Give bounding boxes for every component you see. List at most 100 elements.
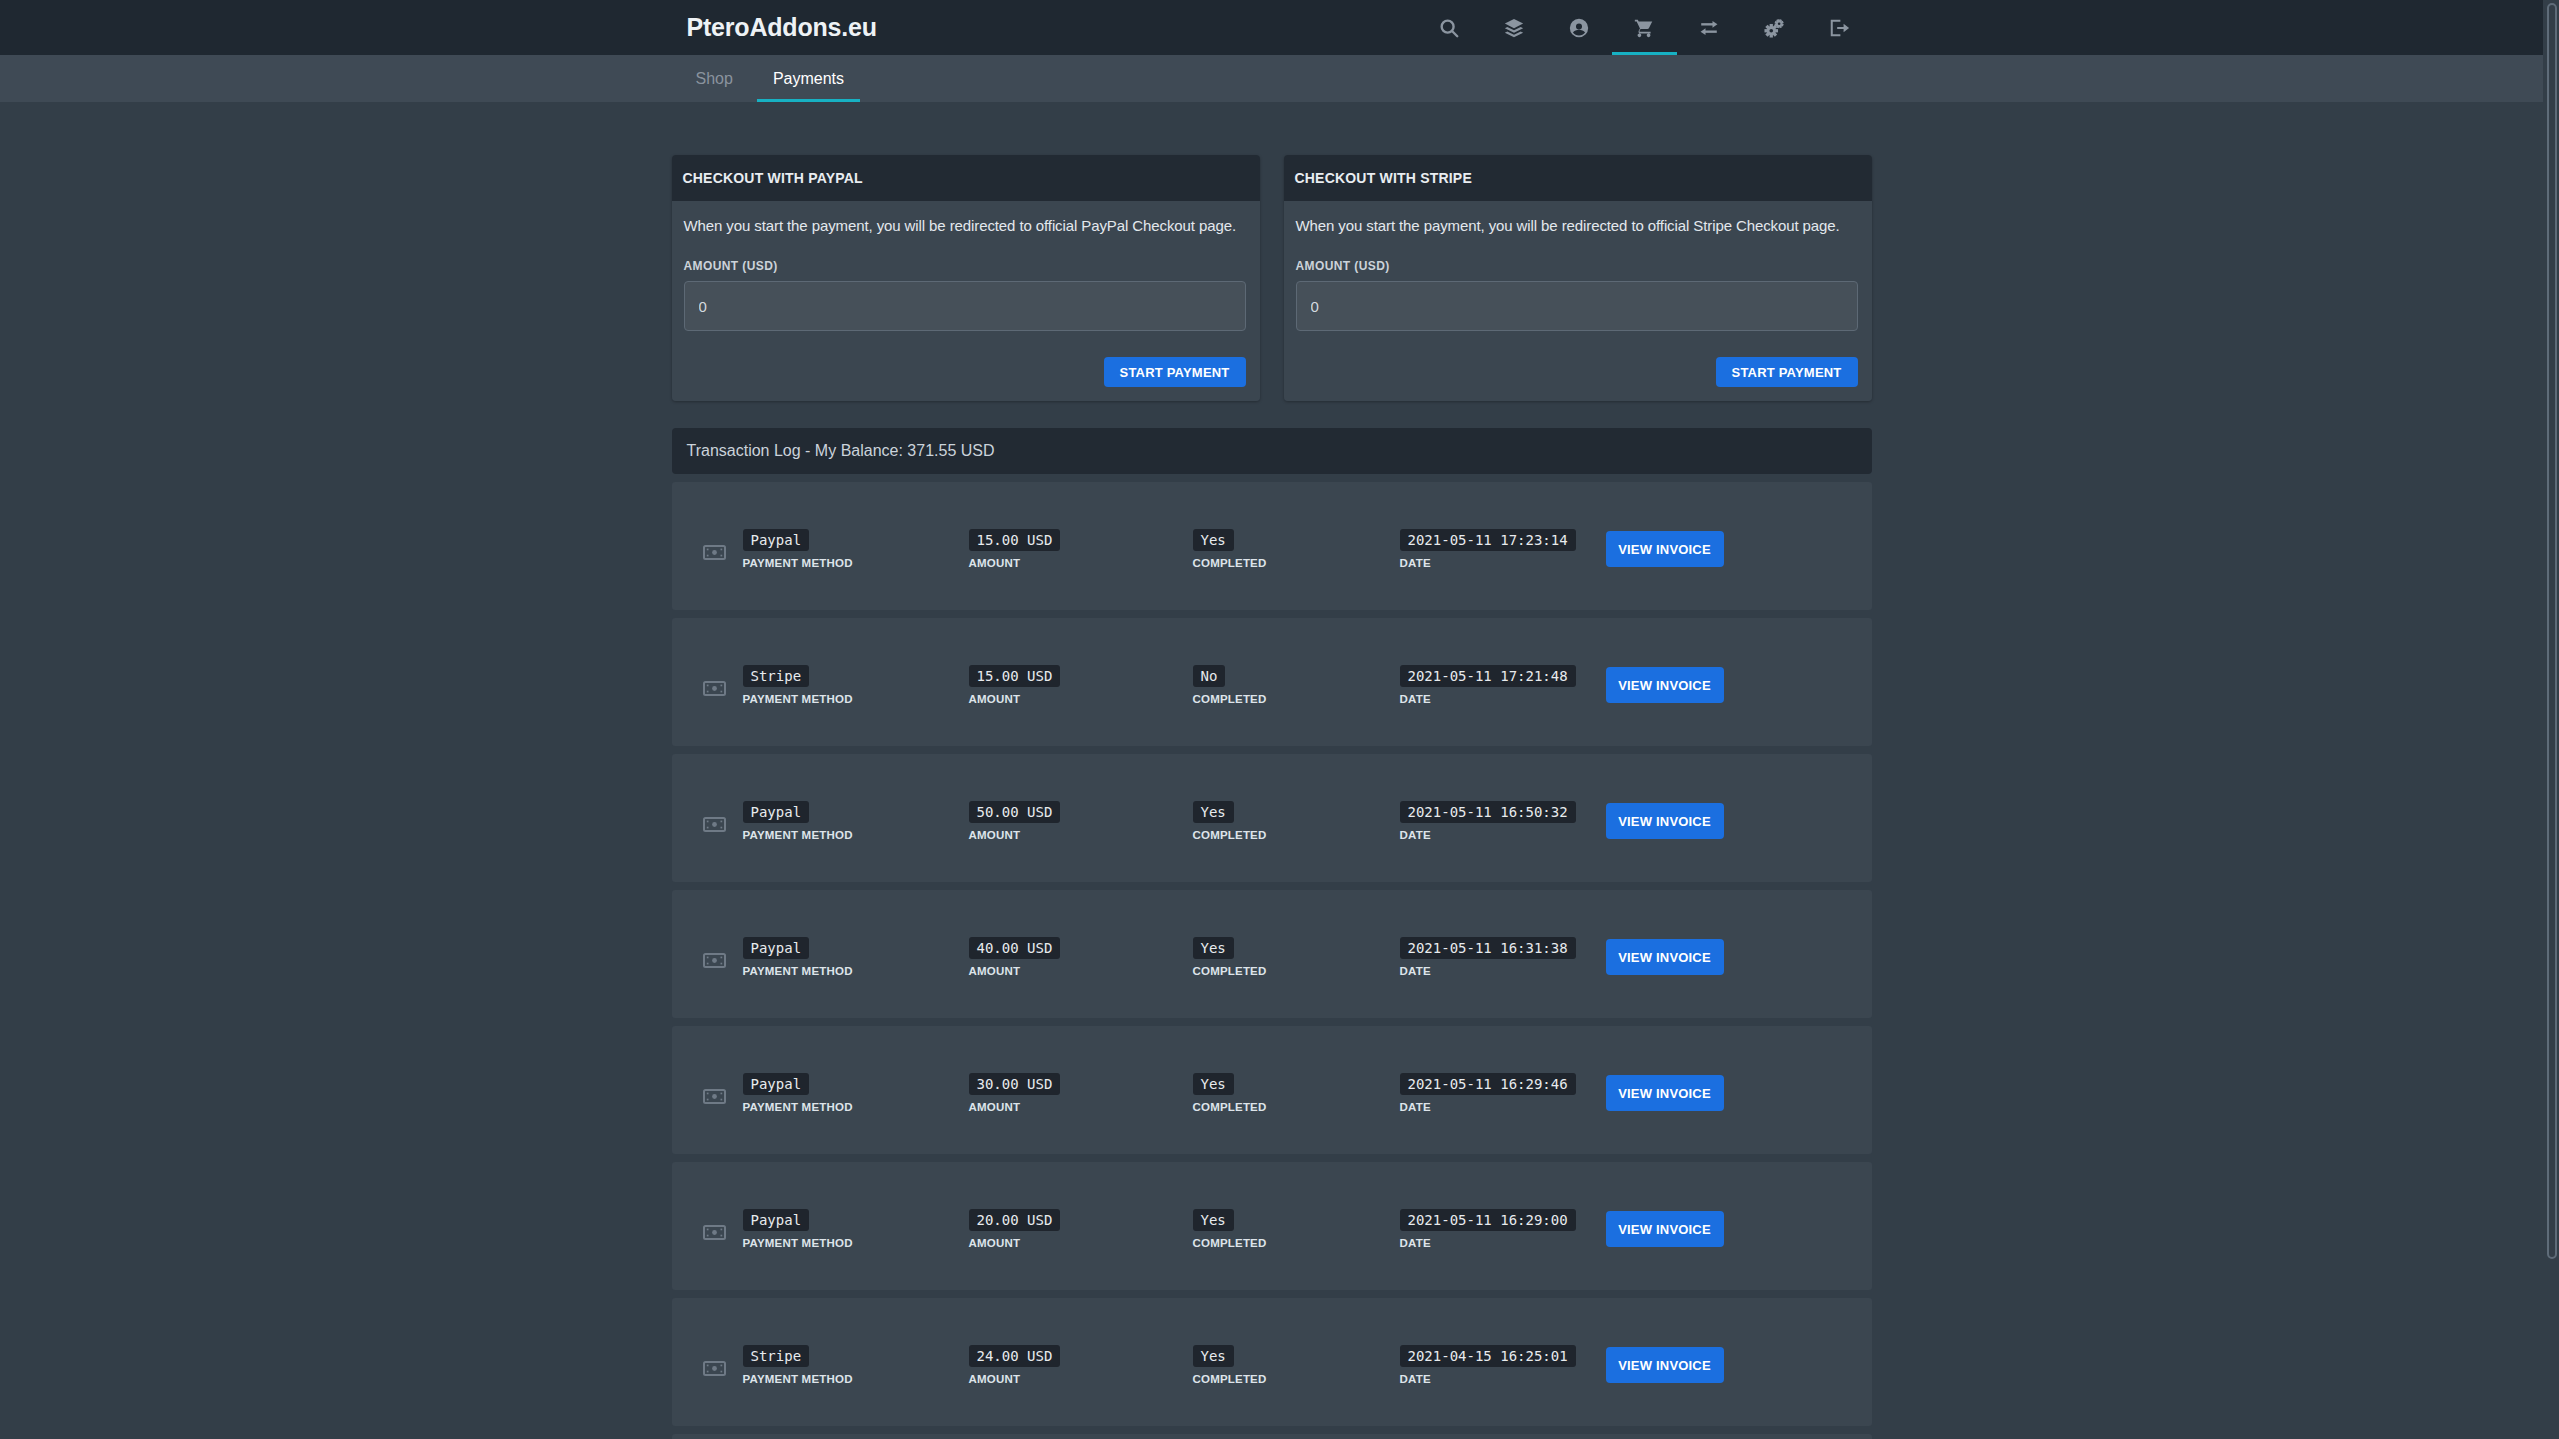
payment-method-value: Paypal bbox=[743, 801, 810, 823]
money-bill-icon bbox=[703, 671, 743, 700]
transaction-list: Paypal PAYMENT METHOD 15.00 USD AMOUNT Y… bbox=[672, 482, 1872, 1439]
shop-cart-button[interactable] bbox=[1612, 0, 1677, 55]
view-invoice-button[interactable]: VIEW INVOICE bbox=[1606, 939, 1724, 975]
amount-label: AMOUNT bbox=[969, 1101, 1193, 1113]
date-value: 2021-05-11 16:31:38 bbox=[1400, 937, 1576, 959]
payment-method-value: Paypal bbox=[743, 937, 810, 959]
transaction-row-partial bbox=[672, 1434, 1872, 1439]
completed-label: COMPLETED bbox=[1193, 829, 1400, 841]
payment-method-value: Paypal bbox=[743, 1209, 810, 1231]
completed-value: Yes bbox=[1193, 801, 1234, 823]
date-label: DATE bbox=[1400, 557, 1606, 569]
transaction-row: Stripe PAYMENT METHOD 15.00 USD AMOUNT N… bbox=[672, 618, 1872, 746]
navbar: PteroAddons.eu bbox=[0, 0, 2543, 55]
amount-label: AMOUNT bbox=[969, 965, 1193, 977]
completed-label: COMPLETED bbox=[1193, 1373, 1400, 1385]
stripe-panel-title: CHECKOUT WITH STRIPE bbox=[1284, 155, 1872, 201]
transaction-row: Paypal PAYMENT METHOD 30.00 USD AMOUNT Y… bbox=[672, 1026, 1872, 1154]
transaction-row: Paypal PAYMENT METHOD 40.00 USD AMOUNT Y… bbox=[672, 890, 1872, 1018]
amount-label: AMOUNT bbox=[969, 829, 1193, 841]
date-label: DATE bbox=[1400, 1237, 1606, 1249]
stripe-checkout-panel: CHECKOUT WITH STRIPE When you start the … bbox=[1284, 155, 1872, 401]
search-icon bbox=[1438, 17, 1460, 39]
logout-button[interactable] bbox=[1807, 0, 1872, 55]
completed-label: COMPLETED bbox=[1193, 1237, 1400, 1249]
user-icon bbox=[1568, 17, 1590, 39]
completed-label: COMPLETED bbox=[1193, 557, 1400, 569]
transaction-row: Paypal PAYMENT METHOD 15.00 USD AMOUNT Y… bbox=[672, 482, 1872, 610]
date-label: DATE bbox=[1400, 965, 1606, 977]
app: PteroAddons.eu bbox=[0, 0, 2543, 1439]
shopping-cart-icon bbox=[1633, 17, 1655, 39]
paypal-panel-title: CHECKOUT WITH PAYPAL bbox=[672, 155, 1260, 201]
transaction-row: Stripe PAYMENT METHOD 24.00 USD AMOUNT Y… bbox=[672, 1298, 1872, 1426]
search-button[interactable] bbox=[1417, 0, 1482, 55]
amount-value: 15.00 USD bbox=[969, 665, 1061, 687]
payment-method-label: PAYMENT METHOD bbox=[743, 557, 969, 569]
paypal-start-payment-button[interactable]: START PAYMENT bbox=[1104, 357, 1246, 387]
subnav: Shop Payments bbox=[0, 55, 2543, 102]
paypal-checkout-panel: CHECKOUT WITH PAYPAL When you start the … bbox=[672, 155, 1260, 401]
layers-button[interactable] bbox=[1482, 0, 1547, 55]
exchange-icon bbox=[1698, 17, 1720, 39]
completed-label: COMPLETED bbox=[1193, 693, 1400, 705]
date-label: DATE bbox=[1400, 1373, 1606, 1385]
settings-button[interactable] bbox=[1742, 0, 1807, 55]
amount-label: AMOUNT bbox=[969, 1373, 1193, 1385]
view-invoice-button[interactable]: VIEW INVOICE bbox=[1606, 667, 1724, 703]
gears-icon bbox=[1763, 17, 1785, 39]
main-content: CHECKOUT WITH PAYPAL When you start the … bbox=[672, 102, 1872, 1439]
amount-value: 20.00 USD bbox=[969, 1209, 1061, 1231]
money-bill-icon bbox=[703, 1079, 743, 1108]
amount-value: 40.00 USD bbox=[969, 937, 1061, 959]
amount-value: 30.00 USD bbox=[969, 1073, 1061, 1095]
layers-icon bbox=[1503, 17, 1525, 39]
transaction-log-title: Transaction Log - My Balance: 371.55 USD bbox=[672, 428, 1872, 474]
transaction-row: Paypal PAYMENT METHOD 20.00 USD AMOUNT Y… bbox=[672, 1162, 1872, 1290]
stripe-amount-label: AMOUNT (USD) bbox=[1296, 259, 1858, 273]
date-label: DATE bbox=[1400, 829, 1606, 841]
amount-value: 15.00 USD bbox=[969, 529, 1061, 551]
account-button[interactable] bbox=[1547, 0, 1612, 55]
amount-label: AMOUNT bbox=[969, 1237, 1193, 1249]
scrollbar-thumb[interactable] bbox=[2547, 3, 2557, 1259]
date-label: DATE bbox=[1400, 1101, 1606, 1113]
payment-method-label: PAYMENT METHOD bbox=[743, 829, 969, 841]
completed-label: COMPLETED bbox=[1193, 1101, 1400, 1113]
payment-method-label: PAYMENT METHOD bbox=[743, 1373, 969, 1385]
paypal-amount-input[interactable] bbox=[684, 281, 1246, 331]
completed-value: Yes bbox=[1193, 937, 1234, 959]
paypal-description: When you start the payment, you will be … bbox=[684, 217, 1246, 234]
completed-value: No bbox=[1193, 665, 1226, 687]
navbar-icons bbox=[1417, 0, 1872, 55]
date-value: 2021-05-11 16:50:32 bbox=[1400, 801, 1576, 823]
payment-method-value: Paypal bbox=[743, 529, 810, 551]
payment-method-value: Stripe bbox=[743, 1345, 810, 1367]
amount-label: AMOUNT bbox=[969, 557, 1193, 569]
payment-method-label: PAYMENT METHOD bbox=[743, 965, 969, 977]
paypal-amount-label: AMOUNT (USD) bbox=[684, 259, 1246, 273]
transfer-button[interactable] bbox=[1677, 0, 1742, 55]
money-bill-icon bbox=[703, 535, 743, 564]
sign-out-icon bbox=[1828, 17, 1850, 39]
view-invoice-button[interactable]: VIEW INVOICE bbox=[1606, 1211, 1724, 1247]
view-invoice-button[interactable]: VIEW INVOICE bbox=[1606, 1347, 1724, 1383]
date-value: 2021-05-11 16:29:00 bbox=[1400, 1209, 1576, 1231]
money-bill-icon bbox=[703, 1215, 743, 1244]
tab-payments[interactable]: Payments bbox=[757, 55, 860, 102]
payment-method-value: Stripe bbox=[743, 665, 810, 687]
stripe-amount-input[interactable] bbox=[1296, 281, 1858, 331]
money-bill-icon bbox=[703, 807, 743, 836]
payment-method-label: PAYMENT METHOD bbox=[743, 693, 969, 705]
view-invoice-button[interactable]: VIEW INVOICE bbox=[1606, 803, 1724, 839]
completed-label: COMPLETED bbox=[1193, 965, 1400, 977]
completed-value: Yes bbox=[1193, 529, 1234, 551]
amount-value: 24.00 USD bbox=[969, 1345, 1061, 1367]
money-bill-icon bbox=[703, 1351, 743, 1380]
stripe-start-payment-button[interactable]: START PAYMENT bbox=[1716, 357, 1858, 387]
tab-shop[interactable]: Shop bbox=[680, 55, 749, 102]
payment-method-value: Paypal bbox=[743, 1073, 810, 1095]
payment-method-label: PAYMENT METHOD bbox=[743, 1101, 969, 1113]
view-invoice-button[interactable]: VIEW INVOICE bbox=[1606, 1075, 1724, 1111]
view-invoice-button[interactable]: VIEW INVOICE bbox=[1606, 531, 1724, 567]
